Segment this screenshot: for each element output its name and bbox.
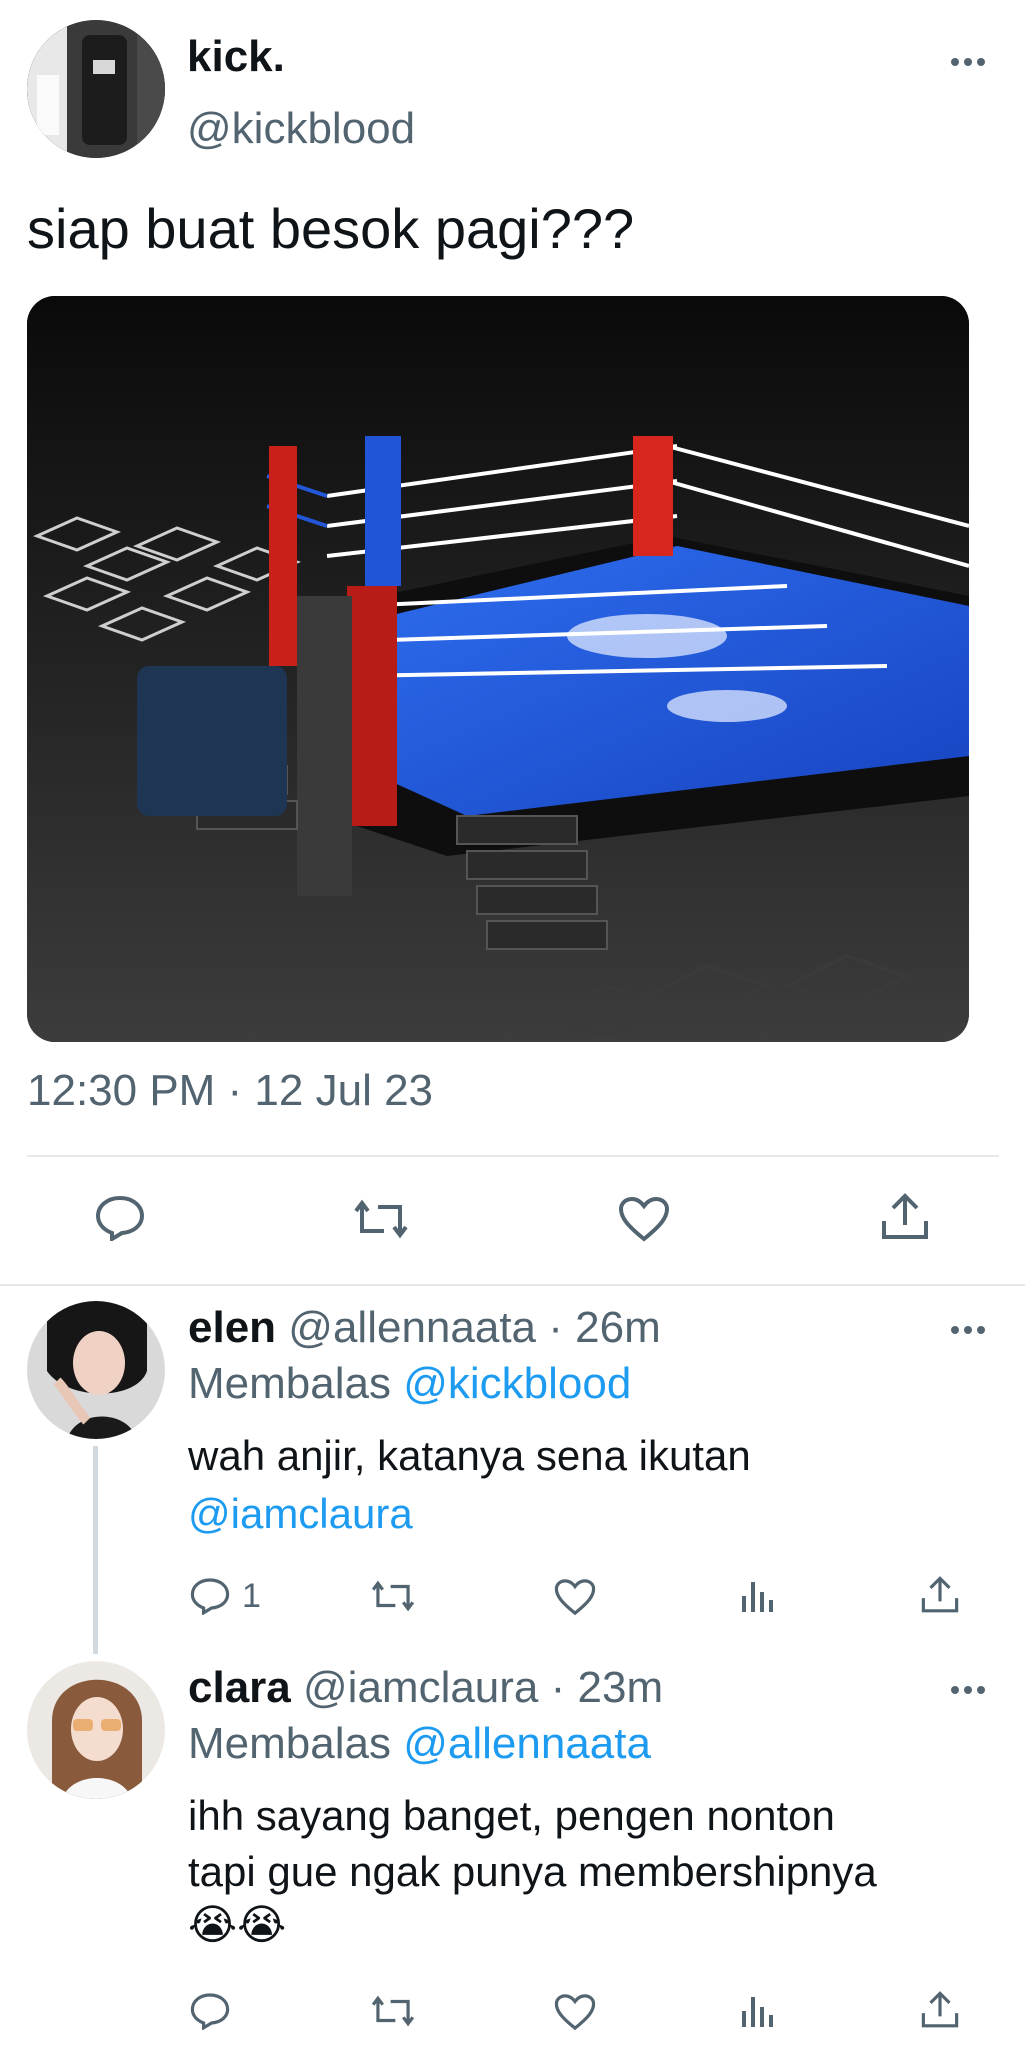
reply-icon[interactable] [190,1992,230,2030]
share-icon[interactable] [920,1991,960,2029]
tweet-text: siap buat besok pagi??? [27,197,635,260]
share-icon[interactable] [880,1193,930,1241]
reply-separator: · [548,1303,563,1352]
reply-header: clara @iamclaura · 23m [188,1663,663,1713]
views-icon[interactable] [740,1993,774,2029]
like-icon[interactable] [554,1993,596,2031]
replying-mention[interactable]: @allennaata [403,1719,651,1768]
like-icon[interactable] [554,1578,596,1616]
reply-handle[interactable]: @allennaata [288,1303,536,1352]
replying-label: Membalas [188,1719,391,1768]
more-horizontal-icon[interactable] [950,1684,986,1696]
author-avatar[interactable] [27,20,165,158]
reply-avatar[interactable] [27,1661,165,1799]
reply-text: wah anjir, katanya sena ikutan [188,1432,751,1479]
tweet-image[interactable] [27,296,969,1042]
retweet-icon[interactable] [370,1578,416,1614]
reply-text: ihh sayang banget, pengen nonton [188,1792,835,1839]
reply-time[interactable]: 26m [575,1303,661,1352]
reply-header: elen @allennaata · 26m [188,1303,661,1353]
replying-to: Membalas @kickblood [188,1359,631,1409]
reply-text: tapi gue ngak punya membershipnya [188,1848,877,1895]
replying-label: Membalas [188,1359,391,1408]
reply-separator: · [550,1663,566,1712]
reply-name[interactable]: elen [188,1303,276,1352]
reply-emoji: 😭😭 [188,1901,287,1948]
reply-icon[interactable] [95,1195,145,1241]
more-horizontal-icon[interactable] [950,1324,986,1336]
retweet-icon[interactable] [352,1197,410,1241]
replying-mention[interactable]: @kickblood [403,1359,631,1408]
reply-mention[interactable]: @iamclaura [188,1490,413,1538]
like-icon[interactable] [618,1196,670,1242]
views-icon[interactable] [740,1578,774,1614]
author-handle[interactable]: @kickblood [187,104,415,154]
tweet-timestamp[interactable]: 12:30 PM · 12 Jul 23 [27,1066,433,1116]
reply-name[interactable]: clara [188,1663,291,1712]
divider [27,1155,999,1157]
divider [0,1284,1025,1286]
reply-count: 1 [242,1577,261,1615]
more-horizontal-icon[interactable] [950,56,986,68]
author-name[interactable]: kick. [187,32,285,82]
reply-handle[interactable]: @iamclaura [303,1663,538,1712]
reply-avatar[interactable] [27,1301,165,1439]
reply-time[interactable]: 23m [578,1663,664,1712]
thread-line [93,1446,98,1654]
retweet-icon[interactable] [370,1993,416,2029]
reply-icon[interactable] [190,1577,230,1615]
share-icon[interactable] [920,1576,960,1614]
replying-to: Membalas @allennaata [188,1719,651,1769]
